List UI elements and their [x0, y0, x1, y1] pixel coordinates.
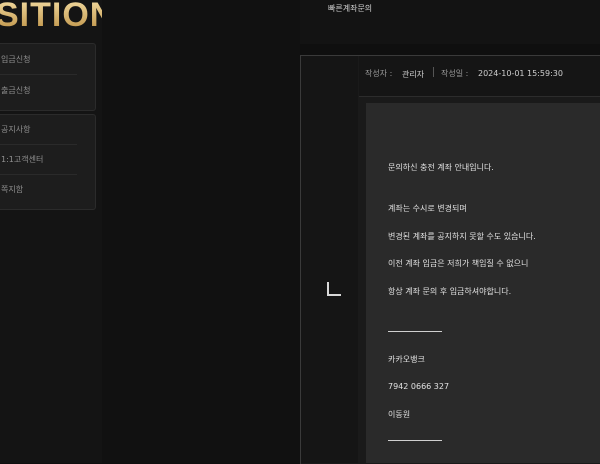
sidebar-item-deposit[interactable]: 입금신청 — [0, 44, 77, 75]
date-value: 2024-10-01 15:59:30 — [478, 69, 563, 78]
support-menu: 공지사항 1:1고객센터 쪽지함 — [0, 114, 96, 210]
page-title: 빠른계좌문의 — [328, 4, 373, 13]
sidebar-item-withdraw[interactable]: 출금신청 — [0, 75, 77, 105]
post-line: 이동원 — [388, 410, 411, 419]
author-label: 작성자 : — [365, 69, 393, 78]
divider-line — [388, 440, 442, 441]
post-meta: 작성자 : 관리자 작성일 : 2024-10-01 15:59:30 — [359, 56, 600, 97]
logo-text: SITION — [0, 0, 102, 35]
post-line: 7942 0666 327 — [388, 382, 450, 391]
background-strip — [102, 0, 300, 463]
post-line: 변경된 계좌를 공지하지 못할 수도 있습니다. — [388, 232, 536, 241]
sidebar-item-notice[interactable]: 공지사항 — [0, 115, 77, 145]
post-line: 카카오뱅크 — [388, 355, 425, 364]
post-line: 문의하신 충전 계좌 안내입니다. — [388, 163, 494, 172]
post-line: 항상 계좌 문의 후 입금하셔야합니다. — [388, 287, 512, 296]
post-line: 계좌는 수시로 변경되며 — [388, 204, 467, 213]
site-logo[interactable]: SITION — [0, 0, 102, 36]
sidebar-item-customer-center[interactable]: 1:1고객센터 — [0, 145, 77, 175]
post-line: 이전 계좌 입금은 저희가 책임질 수 없으니 — [388, 259, 529, 268]
back-arrow-icon[interactable] — [327, 282, 341, 296]
author-value: 관리자 — [402, 70, 425, 79]
post-side-area — [301, 56, 358, 463]
date-label: 작성일 : — [441, 69, 469, 78]
sidebar: SITION 입금신청 출금신청 공지사항 1:1고객센터 쪽지함 — [0, 0, 102, 463]
sidebar-item-messages[interactable]: 쪽지함 — [0, 175, 77, 204]
page-header: 빠른계좌문의 — [300, 0, 600, 44]
account-menu: 입금신청 출금신청 — [0, 43, 96, 111]
meta-divider — [433, 67, 434, 77]
divider-line — [388, 331, 442, 332]
